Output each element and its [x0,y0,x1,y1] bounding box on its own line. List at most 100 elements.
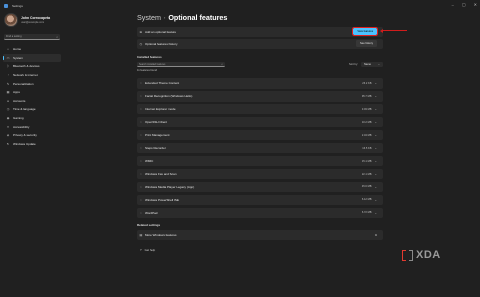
sidebar-item-accounts[interactable]: ● Accounts [3,97,61,106]
sidebar-item-accessibility[interactable]: ✦ Accessibility [3,122,61,131]
find-feature-input[interactable] [139,62,199,66]
xda-watermark: XDA [402,249,441,261]
chevron-down-icon[interactable]: ⌄ [374,107,377,111]
window-title: Settings [12,3,23,8]
chevron-down-icon[interactable]: ⌄ [374,81,377,85]
history-label: Optional features history [145,41,178,46]
sidebar-item-label: Personalization [13,81,34,86]
puzzle-icon: ◌ [140,172,142,177]
chevron-down-icon[interactable]: ⌄ [374,198,377,202]
search-icon: ⌕ [221,62,223,67]
puzzle-icon: ◌ [140,159,142,164]
feature-name: Windows Media Player Legacy (App) [145,184,195,189]
close-icon[interactable]: ✕ [474,2,477,7]
feature-row[interactable]: ◌ WordPad 6.72 MB ⌄ [137,207,383,218]
annotation-arrow-line [382,30,407,31]
feature-name: WMIC [145,159,154,164]
feature-meta: 16.5 KB ⌄ [362,146,377,150]
breadcrumb-parent[interactable]: System [137,13,161,22]
monitor-icon: ▭ [6,55,10,60]
history-icon: ◷ [139,41,143,46]
sidebar-item-bluetooth-devices[interactable]: ᛒ Bluetooth & devices [3,62,61,71]
feature-meta: 3.03 MB ⌄ [362,107,377,111]
feature-row[interactable]: ◌ Internet Explorer mode 3.03 MB ⌄ [137,104,383,115]
feature-row[interactable]: ◌ WMIC 15.1 MB ⌄ [137,156,383,167]
maximize-icon[interactable]: ▢ [462,2,466,7]
feature-size: 26.2 KB [362,81,372,85]
feature-row[interactable]: ◌ Steps Recorder 16.5 KB ⌄ [137,143,383,154]
sort-label: Sort by: [349,63,358,67]
settings-app-icon [4,3,8,8]
feature-row[interactable]: ◌ Facial Recognition (Windows Hello) 95.7 … [137,91,383,102]
sidebar-item-apps[interactable]: ▦ Apps [3,88,61,97]
sidebar-item-time-language[interactable]: ◷ Time & language [3,105,61,114]
view-features-button[interactable]: View features [351,26,379,37]
sidebar-item-label: Accessibility [13,124,30,129]
wifi-icon: ◔ [7,73,9,78]
feature-name: Windows Fax and Scan [145,172,177,177]
chevron-down-icon[interactable]: ⌄ [374,146,377,150]
feature-row[interactable]: ◌ Print Management 2.43 MB ⌄ [137,130,383,141]
feature-name: Facial Recognition (Windows Hello) [145,94,193,99]
feature-name: Extended Theme Content [145,81,180,86]
add-feature-actions: View features [351,26,379,37]
get-help-link[interactable]: ? Get help [137,248,383,252]
feature-row[interactable]: ◌ Windows PowerShell ISE 6.12 MB ⌄ [137,194,383,206]
apps-icon: ▦ [6,90,10,95]
more-windows-features-card[interactable]: ▤ More Windows features ⧉ [137,229,383,240]
sidebar-nav: ⌂ Home ▭ System ᛒ Bluetooth & devices ◔ Network… [0,45,64,148]
puzzle-icon: ◌ [140,146,142,151]
search-icon: ⌕ [56,34,58,39]
annotation-arrow [380,28,407,33]
feature-row[interactable]: ◌ Windows Fax and Scan 22.1 MB ⌄ [137,168,383,180]
search-input[interactable] [6,35,46,38]
help-icon: ? [140,247,142,252]
sidebar-item-windows-update[interactable]: ↻ Windows Update [3,140,61,149]
chevron-down-icon[interactable]: ⌄ [374,172,377,176]
chevron-down-icon[interactable]: ⌄ [374,159,377,163]
chevron-down-icon[interactable]: ⌄ [374,120,377,124]
settings-search-box[interactable]: ⌕ [4,34,60,40]
sort-select[interactable]: Name ⌄ [361,62,383,68]
feature-size: 16.5 KB [362,146,372,150]
chevron-down-icon[interactable]: ⌄ [374,94,377,98]
find-feature-box[interactable]: ⌕ [137,62,225,68]
sidebar-item-privacy-security[interactable]: ◈ Privacy & security [3,131,61,140]
minimize-icon[interactable]: – [452,2,454,7]
sidebar-item-personalization[interactable]: ✎ Personalization [3,79,61,88]
open-external-icon: ⧉ [374,232,377,237]
sidebar-item-label: Windows Update [13,141,36,146]
puzzle-icon: ◌ [140,120,142,125]
chevron-down-icon[interactable]: ⌄ [374,185,377,189]
sidebar-item-system[interactable]: ▭ System [3,53,61,63]
chevron-down-icon[interactable]: ⌄ [374,133,377,137]
feature-size: 22.1 MB [361,172,372,176]
user-profile[interactable]: John Corrocapeta user@example.com [0,11,64,29]
sort-value: Name [364,63,371,67]
sidebar-item-gaming[interactable]: ◉ Gaming [3,114,61,123]
feature-size: 6.12 MB [361,198,372,202]
feature-row[interactable]: ◌ Extended Theme Content 26.2 KB ⌄ [137,78,383,89]
page-title: Optional features [168,12,228,22]
sidebar-item-label: Privacy & security [13,133,37,138]
puzzle-icon: ◌ [140,81,142,86]
feature-size: 6.72 MB [361,211,372,215]
sidebar-item-label: Gaming [13,116,24,121]
feature-row[interactable]: ◌ OpenSSH Client 10.2 MB ⌄ [137,117,383,128]
xda-logo-text: XDA [416,249,441,261]
avatar [4,13,18,27]
feature-meta: 45.6 MB ⌄ [362,185,377,189]
get-help-label: Get help [144,247,156,252]
see-history-button[interactable]: See history [356,40,377,48]
feature-meta: 95.7 MB ⌄ [362,94,377,98]
feature-row[interactable]: ◌ Windows Media Player Legacy (App) 45.6 M… [137,181,383,193]
installed-features-list: ◌ Extended Theme Content 26.2 KB ⌄ ◌ Facial R… [137,78,383,218]
feature-size: 45.6 MB [361,185,372,189]
gamepad-icon: ◉ [6,116,10,121]
sidebar-item-network-internet[interactable]: ◔ Network & internet [3,71,61,80]
profile-email: user@example.com [21,21,45,24]
window-controls: – ▢ ✕ [452,2,477,7]
sidebar-item-home[interactable]: ⌂ Home [3,45,61,54]
chevron-down-icon[interactable]: ⌄ [374,211,377,215]
puzzle-icon: ◌ [140,197,142,202]
